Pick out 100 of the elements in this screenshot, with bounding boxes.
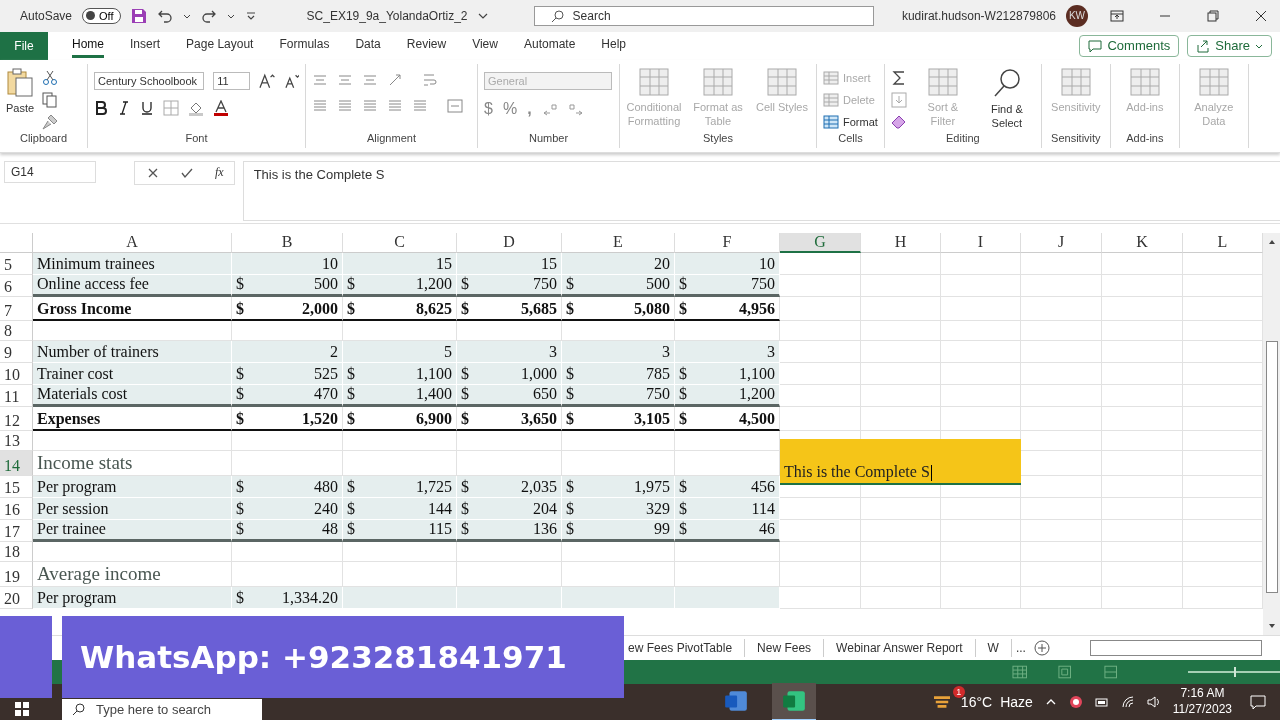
- ribbon-tab[interactable]: Help: [601, 33, 626, 59]
- restore-icon[interactable]: [1206, 8, 1220, 23]
- insert-function-button[interactable]: fx: [215, 165, 224, 181]
- table-cell: Online access fee: [33, 274, 232, 297]
- row-header[interactable]: 10: [0, 362, 33, 385]
- file-tab[interactable]: File: [0, 31, 48, 60]
- ribbon-tab[interactable]: View: [472, 33, 498, 59]
- column-header[interactable]: F: [675, 232, 780, 253]
- name-box[interactable]: G14: [4, 160, 96, 183]
- record-icon[interactable]: [1068, 694, 1083, 709]
- column-header[interactable]: C: [343, 232, 457, 253]
- excel-icon[interactable]: [772, 682, 816, 720]
- column-header[interactable]: L: [1183, 232, 1263, 253]
- taskbar-search-field[interactable]: Type here to search: [62, 698, 262, 720]
- sheet-tab[interactable]: New Fees: [745, 639, 825, 658]
- close-icon[interactable]: [1254, 8, 1268, 23]
- autosave-toggle[interactable]: Off: [82, 7, 121, 24]
- shrink-font-icon[interactable]: [283, 72, 299, 89]
- bold-icon[interactable]: [94, 100, 108, 115]
- column-header[interactable]: E: [562, 232, 675, 253]
- paste-button[interactable]: Paste: [6, 67, 35, 114]
- ribbon-button[interactable]: Find & Select: [978, 67, 1035, 131]
- search-field[interactable]: Search: [533, 5, 874, 26]
- font-color-icon[interactable]: [213, 99, 229, 116]
- sum-icon[interactable]: [890, 69, 907, 86]
- wifi-icon[interactable]: [1120, 694, 1135, 709]
- italic-icon[interactable]: [117, 100, 131, 115]
- table-cell: $ 136: [457, 519, 562, 542]
- ribbon-button[interactable]: Format: [823, 111, 878, 132]
- brush-icon[interactable]: [42, 113, 59, 130]
- row-header[interactable]: 11: [0, 384, 33, 407]
- table-cell: $ 1,725: [343, 475, 457, 498]
- row-header[interactable]: 16: [0, 497, 33, 520]
- table-cell: $ 46: [675, 519, 780, 542]
- more-sheets-button[interactable]: ...: [1015, 641, 1026, 656]
- scrollbar-thumb[interactable]: [1265, 340, 1278, 593]
- row-header[interactable]: 14: [0, 450, 33, 476]
- column-header[interactable]: A: [33, 232, 232, 253]
- column-header[interactable]: B: [232, 232, 343, 253]
- ribbon-display-icon[interactable]: [1110, 8, 1124, 23]
- column-header[interactable]: I: [941, 232, 1021, 253]
- ribbon-tab[interactable]: Data: [355, 33, 381, 59]
- column-header[interactable]: K: [1102, 232, 1183, 253]
- row-header[interactable]: 5: [0, 252, 33, 275]
- row-header[interactable]: 6: [0, 274, 33, 297]
- notifications-icon[interactable]: [1250, 693, 1266, 710]
- column-header[interactable]: G: [780, 232, 861, 253]
- cell-editor[interactable]: This is the Complete S: [780, 438, 1021, 485]
- eraser-icon[interactable]: [890, 113, 907, 130]
- copy-icon[interactable]: [42, 91, 59, 108]
- currency-button[interactable]: $: [484, 99, 493, 118]
- column-header[interactable]: D: [457, 232, 562, 253]
- sheet-tab[interactable]: ew Fees PivotTable: [628, 639, 746, 658]
- row-header[interactable]: 7: [0, 296, 33, 321]
- avatar[interactable]: KW: [1066, 4, 1088, 27]
- table-cell: $ 4,956: [675, 296, 780, 321]
- column-header[interactable]: J: [1021, 232, 1102, 253]
- underline-icon[interactable]: [140, 100, 154, 115]
- row-header[interactable]: 15: [0, 475, 33, 498]
- ribbon-tab[interactable]: Automate: [523, 33, 576, 59]
- save-icon[interactable]: [130, 7, 147, 24]
- table-cell: 2: [232, 340, 343, 363]
- ribbon-tab[interactable]: Formulas: [279, 33, 330, 59]
- table-cell: 3: [675, 340, 780, 363]
- comma-button[interactable]: ,: [527, 99, 532, 118]
- row-header[interactable]: 9: [0, 340, 33, 363]
- sheet-tab[interactable]: W: [975, 639, 1012, 658]
- scissors-icon[interactable]: [42, 69, 59, 86]
- sheet-tab[interactable]: Webinar Answer Report: [824, 639, 976, 658]
- windows-icon[interactable]: [14, 700, 30, 717]
- volume-icon[interactable]: [1146, 694, 1161, 709]
- horizontal-scrollbar[interactable]: [1089, 640, 1262, 657]
- row-header[interactable]: 18: [0, 541, 33, 562]
- percent-button[interactable]: %: [502, 99, 518, 118]
- cancel-icon[interactable]: [147, 166, 159, 179]
- row-header[interactable]: 20: [0, 586, 33, 609]
- row-header[interactable]: 19: [0, 561, 33, 587]
- add-sheet-icon[interactable]: [1033, 640, 1050, 657]
- table-cell: Per session: [33, 497, 232, 520]
- row-header[interactable]: 8: [0, 320, 33, 341]
- comments-button[interactable]: Comments: [1079, 34, 1180, 57]
- zoom-slider-thumb[interactable]: [1234, 667, 1237, 677]
- share-button[interactable]: Share: [1187, 34, 1272, 57]
- column-header[interactable]: H: [861, 232, 941, 253]
- customize-icon[interactable]: [244, 9, 257, 22]
- table-cell: $ 750: [562, 384, 675, 407]
- ribbon-tab[interactable]: Review: [406, 33, 447, 59]
- row-header[interactable]: 13: [0, 430, 33, 451]
- ribbon-tab[interactable]: Insert: [130, 33, 161, 59]
- check-icon[interactable]: [181, 166, 193, 179]
- row-header[interactable]: 12: [0, 406, 33, 431]
- table-cell: $ 5,685: [457, 296, 562, 321]
- row-header[interactable]: 17: [0, 519, 33, 542]
- grow-font-icon[interactable]: [259, 72, 275, 89]
- font-family-field[interactable]: Century Schoolbook: [94, 71, 205, 90]
- formula-field[interactable]: This is the Complete S: [242, 160, 1280, 221]
- orientation-icon[interactable]: [387, 71, 403, 88]
- font-size-field[interactable]: 11: [213, 71, 251, 90]
- file-name[interactable]: SC_EX19_9a_YolandaOrtiz_2: [306, 8, 468, 23]
- ribbon-tab[interactable]: Page Layout: [186, 33, 254, 59]
